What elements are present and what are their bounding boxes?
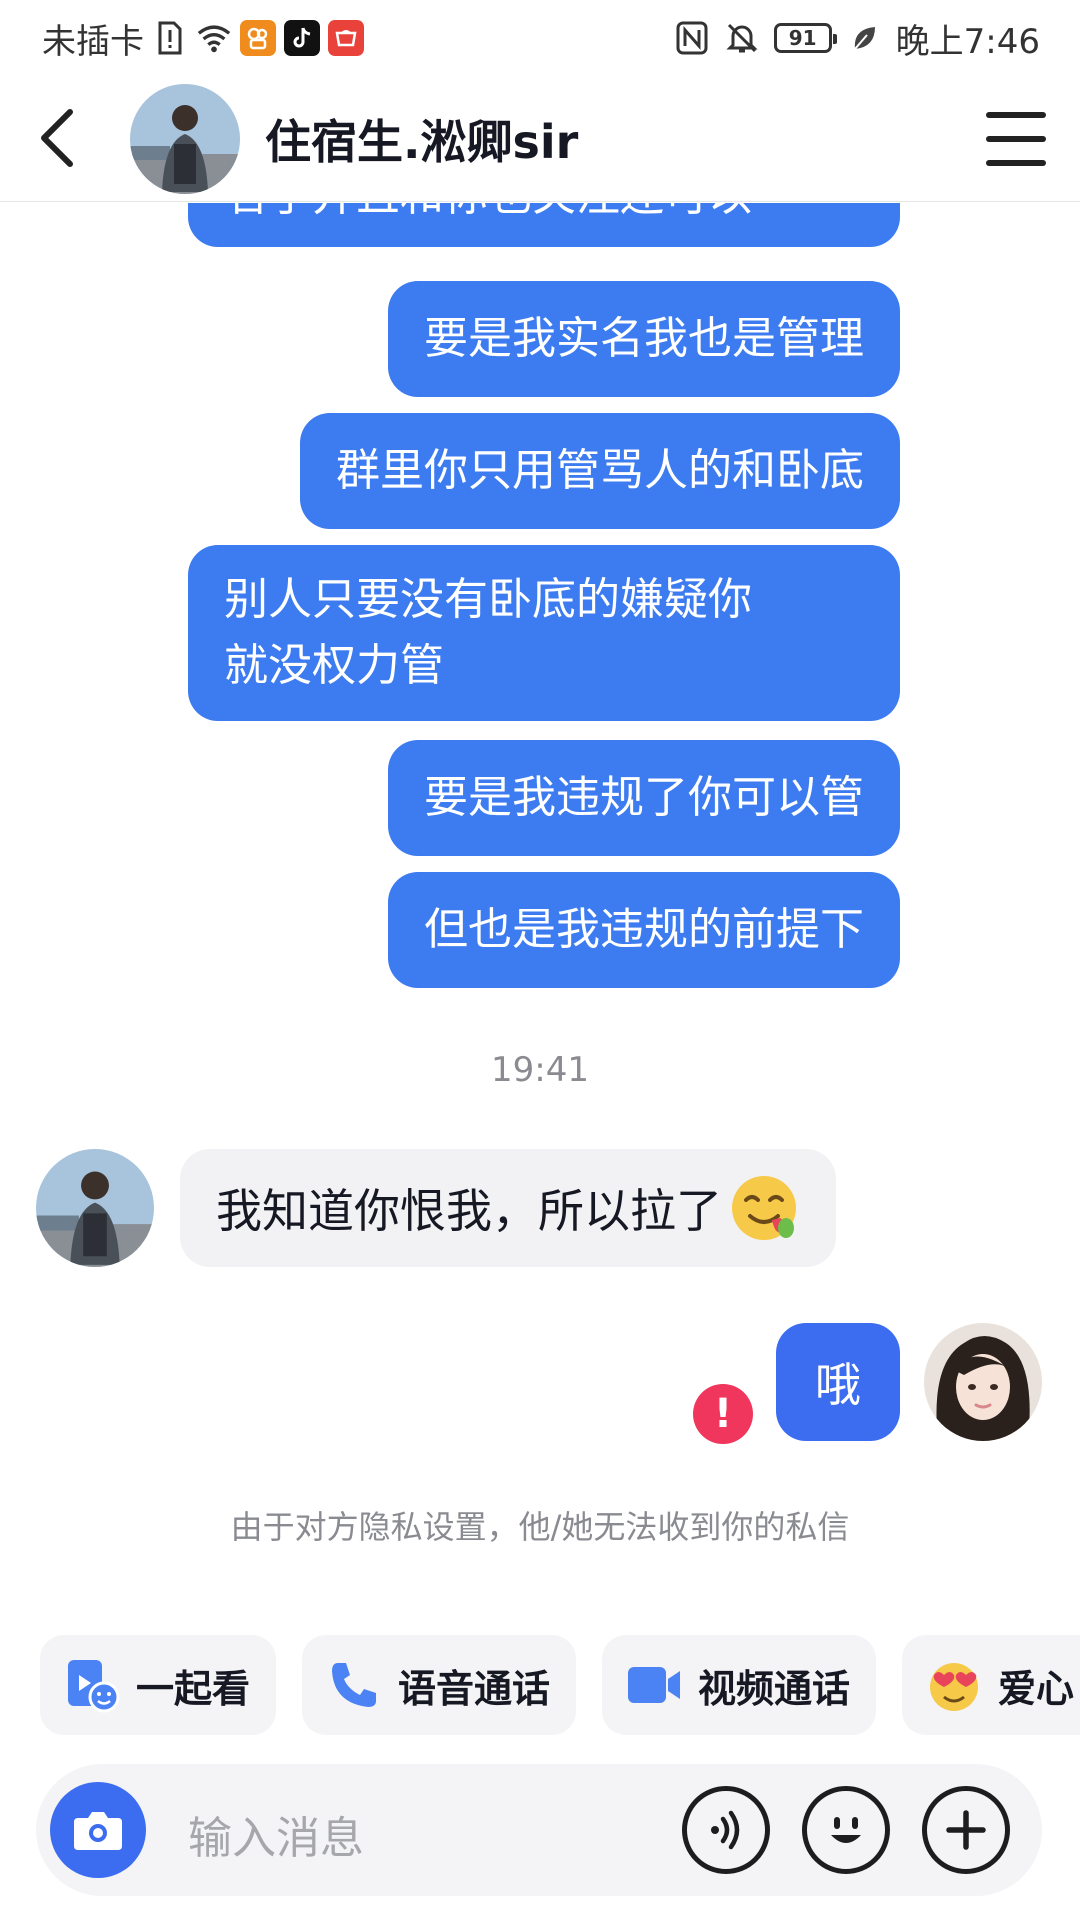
quick-actions-bar[interactable]: 一起看 语音通话 视频通话 爱心: [40, 1635, 1080, 1735]
battery-indicator: 91: [773, 23, 837, 53]
camera-button[interactable]: [50, 1782, 146, 1878]
tiktok-app-icon: [284, 20, 320, 56]
outgoing-bubble[interactable]: 要是我实名我也是管理: [388, 281, 900, 397]
privacy-notice: 由于对方隐私设置，他/她无法收到你的私信: [230, 1508, 850, 1546]
video-call-button[interactable]: 视频通话: [602, 1635, 877, 1735]
plus-icon: [946, 1810, 986, 1850]
drooling-face-emoji-icon: [732, 1176, 796, 1240]
message-list[interactable]: 名了并且和你也关注还可以 要是我实名我也是管理 群里你只用管骂人的和卧底 别人只…: [0, 203, 1080, 1603]
message-text: 群里你只用管骂人的和卧底: [336, 445, 864, 496]
my-message-bubble[interactable]: 哦: [776, 1323, 900, 1441]
status-right: 91 晚上7:46: [674, 14, 1040, 62]
wifi-icon: [196, 20, 232, 56]
voice-call-button[interactable]: 语音通话: [302, 1635, 577, 1735]
back-button[interactable]: [24, 106, 88, 170]
send-failed-icon[interactable]: !: [693, 1384, 753, 1444]
status-bar: 未插卡 91 晚上7:46: [0, 0, 1080, 76]
love-button[interactable]: 爱心: [902, 1635, 1080, 1735]
sound-wave-icon: [711, 1810, 740, 1850]
voice-input-button[interactable]: [682, 1786, 770, 1874]
my-avatar[interactable]: [924, 1323, 1042, 1441]
quick-action-label: 一起看: [136, 1666, 251, 1711]
kuaishou-app-icon: [240, 20, 276, 56]
contact-avatar[interactable]: [36, 1149, 154, 1267]
message-text: 要是我实名我也是管理: [424, 313, 864, 364]
outgoing-bubble[interactable]: 别人只要没有卧底的嫌疑你 就没权力管: [188, 545, 900, 721]
hamburger-line: [986, 112, 1046, 118]
outgoing-bubble[interactable]: 群里你只用管骂人的和卧底: [300, 413, 900, 529]
emoji-button[interactable]: [802, 1786, 890, 1874]
carrier-label: 未插卡: [42, 21, 144, 62]
message-input-bar: 输入消息: [36, 1764, 1042, 1896]
camera-icon: [74, 1812, 122, 1850]
message-text: 就没权力管: [224, 640, 444, 691]
message-text: 但也是我违规的前提下: [424, 904, 864, 955]
hamburger-line: [986, 160, 1046, 166]
phone-icon: [326, 1657, 382, 1713]
message-text: 别人只要没有卧底的嫌疑你: [224, 574, 752, 625]
nfc-icon: [674, 20, 710, 56]
quick-action-label: 语音通话: [398, 1666, 551, 1711]
watch-together-button[interactable]: 一起看: [40, 1635, 277, 1735]
hamburger-line: [986, 136, 1046, 142]
vmall-app-icon: [328, 20, 364, 56]
sim-alert-icon: [152, 20, 188, 56]
message-input[interactable]: 输入消息: [188, 1802, 364, 1866]
quick-action-label: 视频通话: [698, 1666, 851, 1711]
outgoing-bubble[interactable]: 但也是我违规的前提下: [388, 872, 900, 988]
outgoing-bubble[interactable]: 要是我违规了你可以管: [388, 740, 900, 856]
heart-eyes-icon: [926, 1657, 982, 1713]
message-text: 要是我违规了你可以管: [424, 772, 864, 823]
add-more-button[interactable]: [922, 1786, 1010, 1874]
mute-bell-icon: [724, 20, 760, 56]
message-text: 名了并且和你也关注还可以: [224, 203, 752, 221]
incoming-bubble[interactable]: 我知道你恨我，所以拉了: [180, 1149, 836, 1267]
menu-button[interactable]: [986, 112, 1046, 166]
quick-action-label: 爱心: [998, 1666, 1075, 1711]
status-left: 未插卡: [42, 14, 364, 62]
chevron-left-icon: [41, 109, 73, 167]
watch-together-icon: [64, 1657, 120, 1713]
message-text: 哦: [815, 1358, 861, 1412]
smiley-icon: [831, 1817, 861, 1843]
clock: 晚上7:46: [895, 21, 1040, 62]
video-camera-icon: [626, 1657, 682, 1713]
contact-avatar[interactable]: [130, 84, 240, 194]
message-timestamp: 19:41: [491, 1050, 589, 1090]
leaf-icon: [846, 20, 882, 56]
outgoing-bubble[interactable]: 名了并且和你也关注还可以: [188, 203, 900, 247]
message-text: 我知道你恨我，所以拉了: [216, 1184, 722, 1238]
contact-name[interactable]: 住宿生.淞卿sir: [265, 106, 578, 172]
chat-header: 住宿生.淞卿sir: [0, 76, 1080, 202]
